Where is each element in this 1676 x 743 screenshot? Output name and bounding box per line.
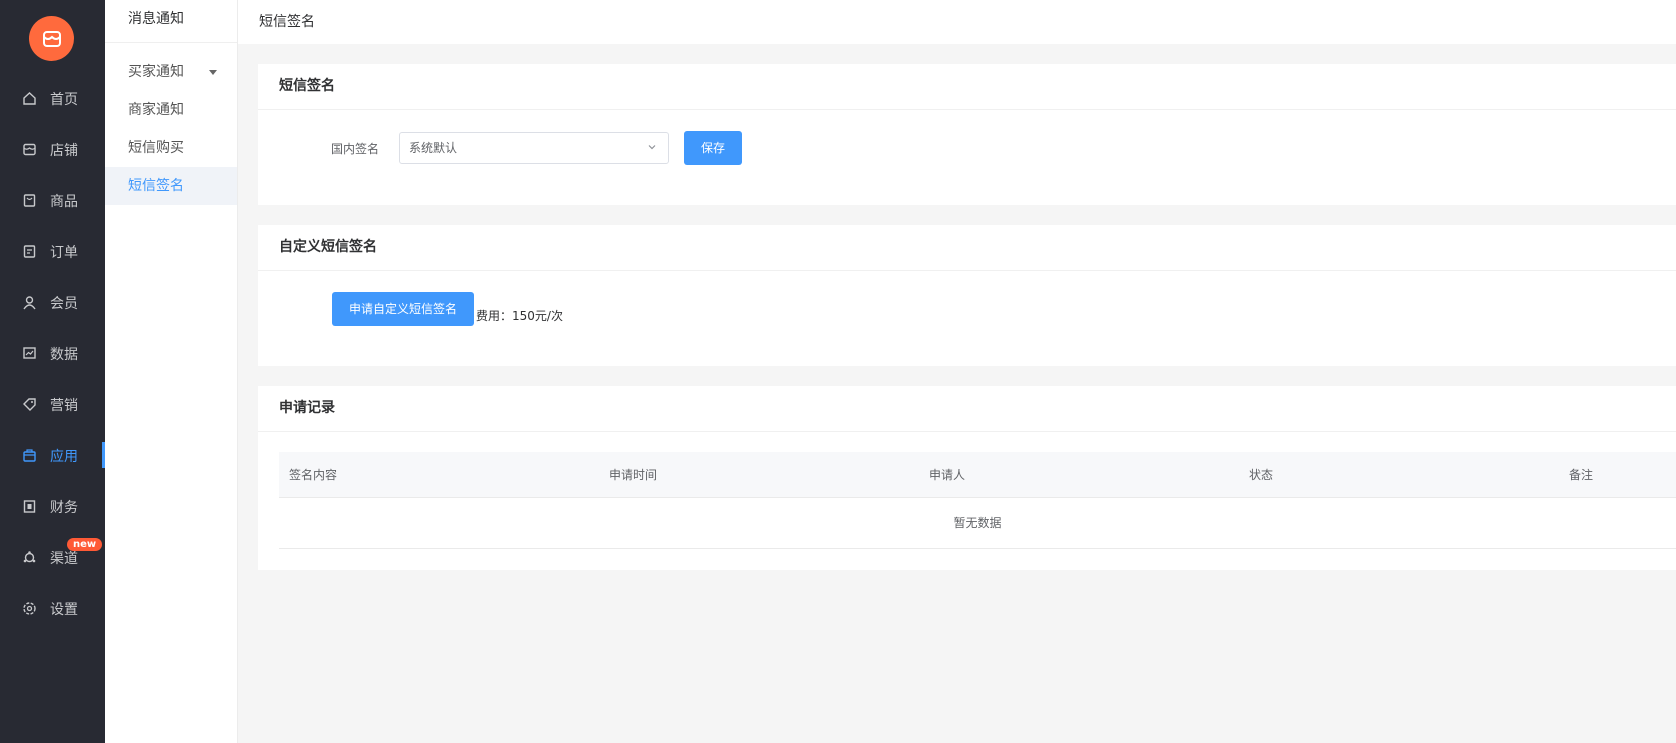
nav-label: 首页 xyxy=(50,91,78,108)
nav-item-home[interactable]: 首页 xyxy=(0,73,105,124)
nav-item-store[interactable]: 店铺 xyxy=(0,124,105,175)
submenu-item-sms-signature[interactable]: 短信签名 xyxy=(105,167,237,205)
tag-icon xyxy=(21,397,37,413)
submenu-title: 消息通知 xyxy=(105,0,237,43)
goods-icon xyxy=(21,193,37,209)
nav-item-goods[interactable]: 商品 xyxy=(0,175,105,226)
home-icon xyxy=(21,91,37,107)
main-nav: 首页 店铺 商品 订单 会员 数据 营销 应用 财务 渠道 new 设置 xyxy=(0,0,105,743)
submenu-item-label: 短信签名 xyxy=(128,178,184,194)
chevron-down-icon xyxy=(648,145,656,150)
card-title: 申请记录 xyxy=(258,386,1676,432)
gear-icon xyxy=(21,601,37,617)
nav-label: 财务 xyxy=(50,499,78,516)
signature-card: 短信签名 国内签名 系统默认 保存 xyxy=(258,64,1676,205)
save-button[interactable]: 保存 xyxy=(684,131,742,165)
table-header: 签名内容 申请时间 申请人 状态 备注 xyxy=(279,452,1676,498)
domestic-signature-label: 国内签名 xyxy=(331,142,380,156)
caret-down-icon xyxy=(209,70,217,75)
nav-label: 应用 xyxy=(50,448,78,465)
submenu-item-buyer-notice[interactable]: 买家通知 xyxy=(105,53,237,91)
select-value: 系统默认 xyxy=(409,141,458,155)
column-header: 签名内容 xyxy=(289,468,338,482)
nav-item-member[interactable]: 会员 xyxy=(0,277,105,328)
new-badge: new xyxy=(67,538,103,551)
signature-select[interactable]: 系统默认 xyxy=(399,132,669,164)
submenu-item-label: 买家通知 xyxy=(128,64,184,80)
submenu: 消息通知 买家通知 商家通知 短信购买 短信签名 xyxy=(105,0,238,743)
fee-text: 费用：150元/次 xyxy=(476,309,563,323)
column-header: 状态 xyxy=(1249,468,1274,482)
breadcrumb: 短信签名 xyxy=(259,14,315,30)
records-card: 申请记录 签名内容 申请时间 申请人 状态 备注 暂无数据 xyxy=(258,386,1676,570)
nav-item-settings[interactable]: 设置 xyxy=(0,583,105,634)
store-icon xyxy=(21,142,37,158)
submenu-item-sms-purchase[interactable]: 短信购买 xyxy=(105,129,237,167)
nav-label: 商品 xyxy=(50,193,78,210)
nav-item-data[interactable]: 数据 xyxy=(0,328,105,379)
nav-item-order[interactable]: 订单 xyxy=(0,226,105,277)
submenu-item-label: 商家通知 xyxy=(128,102,184,118)
nav-label: 营销 xyxy=(50,397,78,414)
store-logo[interactable] xyxy=(29,16,74,61)
nav-label: 会员 xyxy=(50,295,78,312)
card-title: 短信签名 xyxy=(258,64,1676,110)
app-icon xyxy=(21,448,37,464)
nav-label: 数据 xyxy=(50,346,78,363)
column-header: 申请时间 xyxy=(609,468,658,482)
submenu-item-label: 短信购买 xyxy=(128,140,184,156)
apply-custom-signature-button[interactable]: 申请自定义短信签名 xyxy=(332,292,474,326)
empty-state: 暂无数据 xyxy=(279,498,1676,549)
column-header: 备注 xyxy=(1569,468,1594,482)
card-title: 自定义短信签名 xyxy=(258,225,1676,271)
custom-signature-card: 自定义短信签名 申请自定义短信签名 费用：150元/次 xyxy=(258,225,1676,366)
shop-logo-icon xyxy=(42,30,61,47)
nav-label: 设置 xyxy=(50,601,78,618)
chart-icon xyxy=(21,346,37,362)
channel-icon xyxy=(21,550,37,566)
submenu-item-merchant-notice[interactable]: 商家通知 xyxy=(105,91,237,129)
nav-item-finance[interactable]: 财务 xyxy=(0,481,105,532)
member-icon xyxy=(21,295,37,311)
order-icon xyxy=(21,244,37,260)
page-header: 短信签名 xyxy=(238,0,1676,44)
nav-item-channel[interactable]: 渠道 new xyxy=(0,532,105,583)
nav-item-app[interactable]: 应用 xyxy=(0,430,105,481)
nav-label: 订单 xyxy=(50,244,78,261)
records-table: 签名内容 申请时间 申请人 状态 备注 暂无数据 xyxy=(279,452,1676,549)
nav-item-marketing[interactable]: 营销 xyxy=(0,379,105,430)
finance-icon xyxy=(21,499,37,515)
nav-label: 店铺 xyxy=(50,142,78,159)
column-header: 申请人 xyxy=(929,468,966,482)
